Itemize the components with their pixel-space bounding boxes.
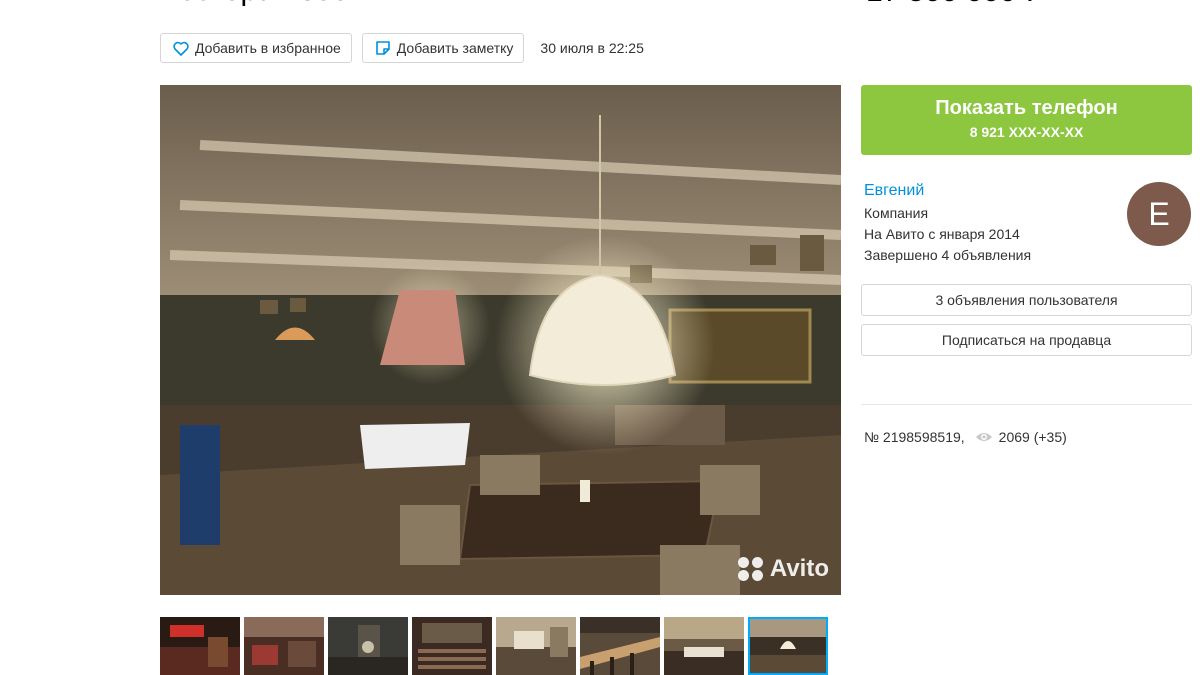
thumbnail-active[interactable]	[748, 617, 828, 675]
restaurant-interior-image	[160, 85, 841, 595]
seller-completed: Завершено 4 объявления	[864, 247, 1032, 263]
thumbnail[interactable]	[328, 617, 408, 675]
user-listings-label: 3 объявления пользователя	[935, 292, 1118, 308]
add-favorite-button[interactable]: Добавить в избранное	[160, 33, 352, 63]
avito-watermark: Avito	[737, 555, 829, 583]
listing-actions: Добавить в избранное Добавить заметку 30…	[160, 32, 644, 64]
note-icon	[375, 41, 390, 55]
listing-date: 30 июля в 22:25	[540, 40, 644, 56]
thumbnail[interactable]	[664, 617, 744, 675]
photo-thumbnails	[160, 617, 828, 675]
thumbnail[interactable]	[580, 617, 660, 675]
eye-icon	[975, 433, 992, 441]
watermark-text: Avito	[769, 555, 829, 582]
add-favorite-label: Добавить в избранное	[195, 40, 341, 56]
add-note-label: Добавить заметку	[396, 40, 514, 56]
thumbnail[interactable]	[412, 617, 492, 675]
avatar-letter: E	[1148, 195, 1170, 232]
thumbnail[interactable]	[496, 617, 576, 675]
listing-price: 17 500 000 ₽	[866, 0, 1044, 9]
add-note-button[interactable]: Добавить заметку	[361, 33, 525, 63]
title-row: Ресторан 350 м² 17 500 000 ₽	[160, 0, 1200, 14]
main-photo[interactable]: Avito	[160, 85, 841, 595]
heart-icon	[173, 41, 189, 56]
listing-stats: № 2198598519, 2069 (+35)	[864, 429, 1067, 445]
item-number: № 2198598519,	[864, 429, 965, 445]
subscribe-seller-button[interactable]: Подписаться на продавца	[861, 324, 1192, 356]
show-phone-label: Показать телефон	[935, 97, 1118, 119]
avito-logo-icon	[737, 557, 764, 581]
listing-title: Ресторан 350 м²	[160, 0, 388, 8]
thumbnail[interactable]	[160, 617, 240, 675]
subscribe-label: Подписаться на продавца	[941, 332, 1112, 348]
views-count: 2069 (+35)	[998, 429, 1067, 445]
divider	[861, 404, 1192, 405]
seller-avatar[interactable]: E	[1127, 182, 1191, 246]
thumbnail[interactable]	[244, 617, 324, 675]
show-phone-button[interactable]: Показать телефон 8 921 XXX-XX-XX	[861, 85, 1192, 155]
user-listings-button[interactable]: 3 объявления пользователя	[861, 284, 1192, 316]
phone-masked: 8 921 XXX-XX-XX	[969, 124, 1084, 140]
